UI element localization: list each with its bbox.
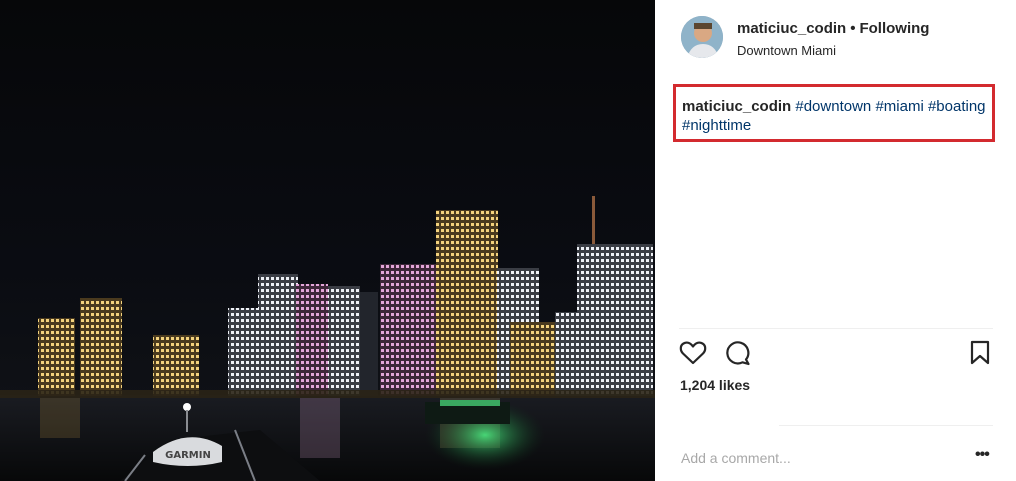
username-link[interactable]: maticiuc_codin [737, 20, 846, 37]
hashtag-downtown[interactable]: #downtown [795, 98, 871, 115]
like-button[interactable] [679, 340, 707, 366]
city-skyline-image: GARMIN [0, 0, 655, 481]
caption: maticiuc_codin #downtown #miami #boating… [682, 97, 992, 135]
save-button[interactable] [969, 340, 991, 366]
garmin-label: GARMIN [165, 450, 211, 461]
more-options-button[interactable]: ••• [975, 446, 995, 464]
bookmark-icon [970, 340, 990, 365]
comment-divider [779, 425, 993, 426]
post-panel: maticiuc_codin • Following Downtown Miami … [655, 0, 1016, 481]
heart-icon [679, 341, 707, 365]
hashtag-boating[interactable]: #boating [928, 98, 986, 115]
post-header: maticiuc_codin • Following Downtown Miami [655, 0, 1016, 72]
header-text: maticiuc_codin • Following Downtown Miami [737, 20, 929, 58]
profile-avatar[interactable] [681, 16, 723, 58]
comment-button[interactable] [724, 340, 752, 366]
likes-count[interactable]: 1,204 likes [680, 377, 750, 393]
separator-dot: • [850, 20, 856, 37]
hashtag-nighttime[interactable]: #nighttime [682, 117, 751, 134]
location-link[interactable]: Downtown Miami [737, 43, 929, 58]
post-photo[interactable]: GARMIN [0, 0, 655, 481]
caption-username-link[interactable]: maticiuc_codin [682, 98, 791, 115]
hashtag-miami[interactable]: #miami [875, 98, 923, 115]
actions-divider [679, 328, 993, 329]
comment-input[interactable] [679, 446, 943, 470]
caption-highlight-box: maticiuc_codin #downtown #miami #boating… [673, 84, 995, 142]
following-button[interactable]: Following [859, 20, 929, 37]
comment-icon [726, 341, 750, 366]
avatar-image [681, 16, 723, 58]
